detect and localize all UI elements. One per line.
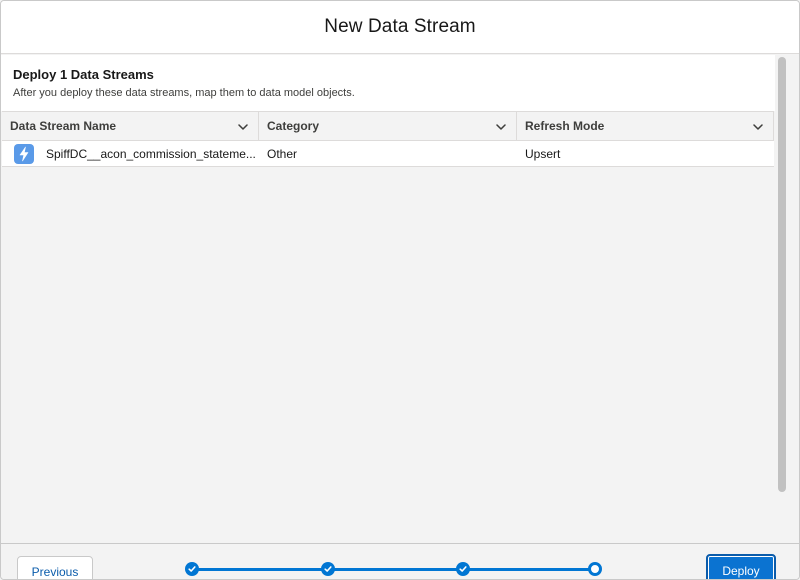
data-stream-name: SpiffDC__acon_commission_stateme... [46,146,256,161]
table-row[interactable]: SpiffDC__acon_commission_stateme... Othe… [2,141,774,167]
column-header-refresh-mode[interactable]: Refresh Mode [517,112,774,140]
column-header-label: Category [267,119,320,133]
progress-bar [193,568,595,571]
modal-header: New Data Stream [1,1,799,54]
modal-title: New Data Stream [324,16,476,37]
progress-step-1[interactable] [185,562,199,576]
modal-body: Deploy 1 Data Streams After you deploy t… [1,55,775,543]
new-data-stream-modal: New Data Stream Deploy 1 Data Streams Af… [0,0,800,580]
lightning-bolt-icon [14,143,34,164]
scrollbar-thumb[interactable] [778,57,786,492]
deploy-description: After you deploy these data streams, map… [13,87,355,99]
progress-step-3[interactable] [456,562,470,576]
progress-step-2[interactable] [321,562,335,576]
progress-step-4-current[interactable] [588,562,602,576]
chevron-down-icon[interactable] [751,120,765,134]
modal-footer: Previous Deploy [1,543,799,579]
check-icon [324,566,332,572]
cell-data-stream-name: SpiffDC__acon_commission_stateme... [2,141,259,166]
deploy-heading: Deploy 1 Data Streams [13,67,154,82]
chevron-down-icon[interactable] [236,120,250,134]
deploy-button[interactable]: Deploy [706,554,776,579]
cell-category: Other [267,146,298,161]
previous-button[interactable]: Previous [17,556,93,579]
progress-indicator [185,562,605,576]
table-header: Data Stream Name Category Refresh Mode [2,111,774,141]
column-header-data-stream-name[interactable]: Data Stream Name [2,112,259,140]
cell-refresh-mode: Upsert [525,146,561,161]
column-header-label: Data Stream Name [10,119,117,133]
data-streams-table: Data Stream Name Category Refresh Mode S… [2,111,774,167]
column-header-category[interactable]: Category [259,112,517,140]
check-icon [188,566,196,572]
check-icon [459,566,467,572]
deploy-summary: Deploy 1 Data Streams After you deploy t… [1,55,775,111]
chevron-down-icon[interactable] [494,120,508,134]
column-header-label: Refresh Mode [525,119,605,133]
